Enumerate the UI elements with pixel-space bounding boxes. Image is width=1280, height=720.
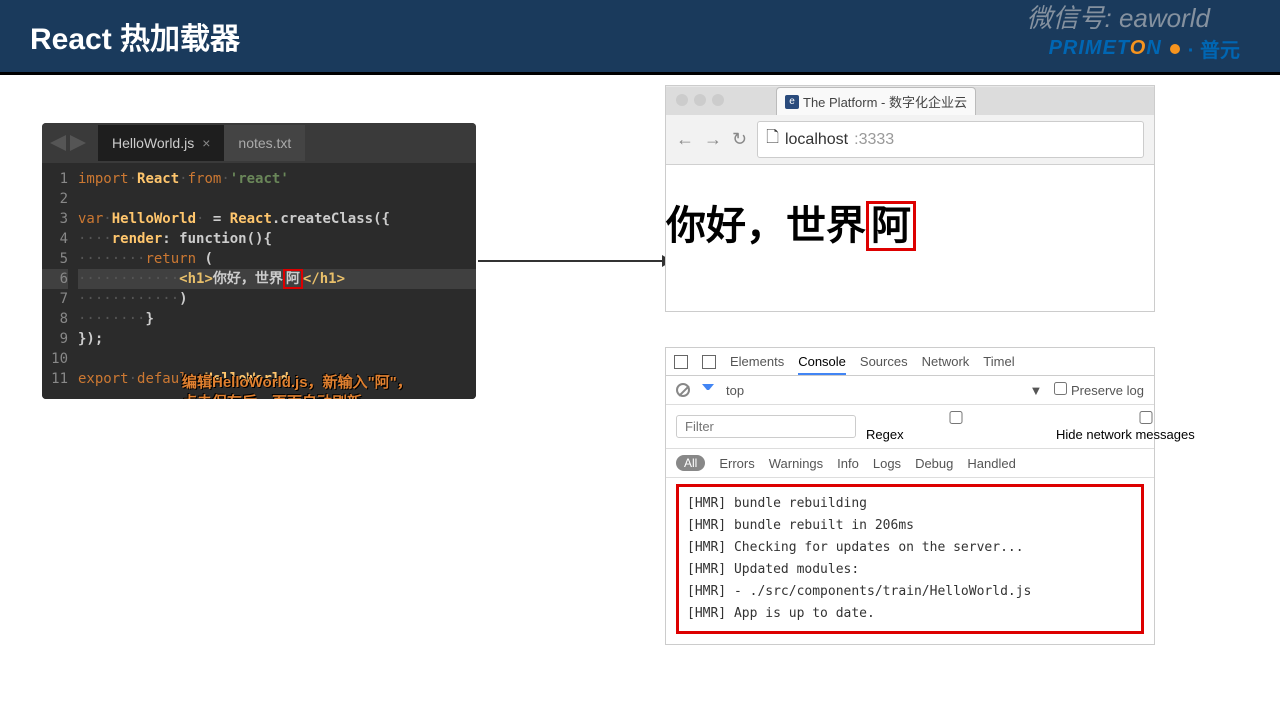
- console-line: [HMR] Checking for updates on the server…: [687, 537, 1133, 559]
- level-handled[interactable]: Handled: [967, 456, 1015, 471]
- code-area: 1 2 3 4 5 6 7 8 9 10 11 import·React·fro…: [42, 163, 476, 399]
- browser-tab-title: The Platform - 数字化企业云: [803, 92, 967, 111]
- url-port: :3333: [854, 131, 894, 149]
- url-bar[interactable]: 🗋 localhost :3333: [757, 121, 1144, 158]
- site-info-icon: 🗋: [766, 126, 779, 153]
- forward-icon[interactable]: →: [704, 129, 722, 150]
- editor-tab-bar: HelloWorld.js × notes.txt: [42, 123, 476, 163]
- code-body[interactable]: import·React·from·'react' var·HelloWorld…: [78, 169, 476, 389]
- filter-input[interactable]: [676, 415, 856, 438]
- slide-title: React 热加载器: [30, 14, 240, 58]
- regex-checkbox[interactable]: Regex: [866, 411, 1046, 442]
- level-info[interactable]: Info: [837, 456, 859, 471]
- tab-network[interactable]: Network: [922, 354, 970, 369]
- highlighted-char: 阿: [283, 269, 303, 289]
- browser-tab[interactable]: e The Platform - 数字化企业云: [776, 87, 976, 115]
- page-heading: 你好，世界阿: [666, 193, 1154, 251]
- preserve-log-checkbox[interactable]: Preserve log: [1054, 382, 1144, 398]
- level-debug[interactable]: Debug: [915, 456, 953, 471]
- arrow-icon: [478, 260, 664, 262]
- editor-tab-notes[interactable]: notes.txt: [224, 125, 305, 161]
- next-tab-icon[interactable]: [70, 135, 86, 151]
- browser-viewport: 你好，世界阿: [666, 165, 1154, 311]
- watermark: 微信号: eaworld: [1027, 0, 1211, 35]
- browser-window: e The Platform - 数字化企业云 ← → ↻ 🗋 localhos…: [665, 85, 1155, 312]
- inspect-icon[interactable]: [674, 355, 688, 369]
- console-toolbar: top ▼ Preserve log: [666, 376, 1154, 405]
- maximize-window-icon[interactable]: [712, 94, 724, 106]
- editor-tab-helloworld[interactable]: HelloWorld.js ×: [98, 125, 224, 161]
- console-line: [HMR] Updated modules:: [687, 559, 1133, 581]
- clear-console-icon[interactable]: [676, 383, 690, 397]
- editor-tab-nav: [50, 135, 86, 151]
- back-icon[interactable]: ←: [676, 129, 694, 150]
- console-line: [HMR] bundle rebuilt in 206ms: [687, 515, 1133, 537]
- console-line: [HMR] App is up to date.: [687, 603, 1133, 625]
- code-editor: HelloWorld.js × notes.txt 1 2 3 4 5 6 7 …: [42, 123, 476, 399]
- tab-label: HelloWorld.js: [112, 135, 194, 151]
- console-line: [HMR] bundle rebuilding: [687, 493, 1133, 515]
- tab-timeline[interactable]: Timel: [983, 354, 1014, 369]
- level-warnings[interactable]: Warnings: [769, 456, 823, 471]
- close-window-icon[interactable]: [676, 94, 688, 106]
- devtools-tabs: Elements Console Sources Network Timel: [666, 348, 1154, 376]
- browser-navbar: ← → ↻ 🗋 localhost :3333: [666, 115, 1154, 165]
- reload-icon[interactable]: ↻: [732, 129, 747, 150]
- editor-annotation-1: 编辑HelloWorld.js，新输入"阿"，: [182, 371, 412, 392]
- level-all[interactable]: All: [676, 455, 705, 471]
- prev-tab-icon[interactable]: [50, 135, 66, 151]
- logo-dot-icon: [1170, 44, 1180, 54]
- primeton-logo: PRIMETON · 普元: [1049, 34, 1240, 63]
- context-selector[interactable]: top: [726, 383, 744, 398]
- console-line: [HMR] - ./src/components/train/HelloWorl…: [687, 581, 1133, 603]
- console-filter-row: Regex Hide network messages: [666, 405, 1154, 449]
- devtools-panel: Elements Console Sources Network Timel t…: [665, 347, 1155, 645]
- minimize-window-icon[interactable]: [694, 94, 706, 106]
- close-icon[interactable]: ×: [202, 135, 210, 151]
- tab-sources[interactable]: Sources: [860, 354, 908, 369]
- editor-annotation-2: 点击保存后，页面自动刷新: [182, 391, 362, 399]
- tab-console[interactable]: Console: [798, 354, 846, 375]
- console-output: [HMR] bundle rebuilding [HMR] bundle reb…: [676, 484, 1144, 634]
- browser-tab-bar: e The Platform - 数字化企业云: [666, 87, 1154, 115]
- level-errors[interactable]: Errors: [719, 456, 754, 471]
- header-divider: [0, 72, 1280, 75]
- hide-network-checkbox[interactable]: Hide network messages: [1056, 411, 1236, 442]
- filter-icon[interactable]: [702, 384, 714, 396]
- url-host: localhost: [785, 131, 848, 149]
- device-icon[interactable]: [702, 355, 716, 369]
- log-levels: All Errors Warnings Info Logs Debug Hand…: [666, 449, 1154, 478]
- line-gutter: 1 2 3 4 5 6 7 8 9 10 11: [42, 169, 78, 389]
- level-logs[interactable]: Logs: [873, 456, 901, 471]
- favicon-icon: e: [785, 95, 799, 109]
- highlighted-output: 阿: [866, 201, 916, 251]
- tab-label: notes.txt: [238, 135, 291, 151]
- tab-elements[interactable]: Elements: [730, 354, 784, 369]
